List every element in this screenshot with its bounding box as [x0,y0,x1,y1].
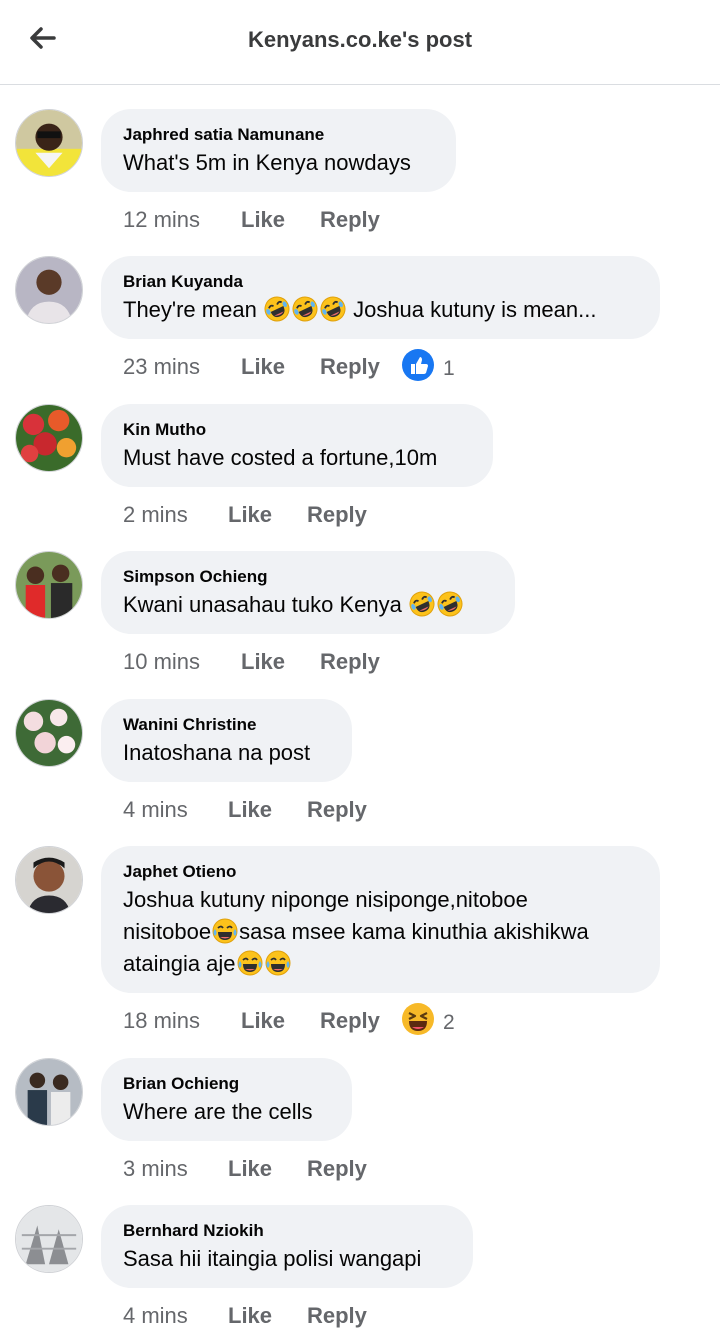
reaction-count: 1 [443,357,455,380]
avatar[interactable] [15,256,83,324]
comment-text-part: Kwani unasahau tuko Kenya [123,592,402,617]
avatar[interactable] [15,404,83,472]
like-button[interactable]: Like [228,1301,272,1331]
comment-time: 12 mins [123,207,201,232]
reply-button[interactable]: Reply [307,1154,367,1184]
comment-text: Sasa hii itaingia polisi wangapi [123,1246,422,1271]
comment-author[interactable]: Wanini Christine [123,715,329,735]
like-button[interactable]: Like [228,500,272,530]
top-bar: Kenyans.co.ke's post [0,0,720,85]
comment-author[interactable]: Simpson Ochieng [123,567,492,587]
reply-button[interactable]: Reply [320,352,380,382]
comment-text-part: nisitoboe [123,919,212,944]
comment-bubble: Bernhard Nziokih Sasa hii itaingia polis… [101,1205,473,1288]
like-button[interactable]: Like [241,647,285,677]
comment-text: Kwani unasahau tuko Kenya [123,589,492,621]
comment-time: 2 mins [123,502,188,527]
like-button[interactable]: Like [241,352,285,382]
tears-of-joy-emoji [212,918,238,944]
comment-text-line: ataingia aje [123,948,637,980]
comment-text-line: Joshua kutuny niponge nisiponge,nitoboe [123,887,528,912]
comment-text-part: They're mean [123,297,257,322]
like-reaction-icon [401,348,435,390]
like-button[interactable]: Like [241,205,285,235]
comment-text-part: sasa msee kama kinuthia akishikwa [239,919,589,944]
reaction-summary[interactable]: 2 [401,1002,455,1044]
avatar[interactable] [15,1058,83,1126]
avatar[interactable] [15,846,83,914]
comment-text-part: ataingia aje [123,951,236,976]
reaction-summary[interactable]: 1 [401,348,455,390]
comment-author[interactable]: Japhred satia Namunane [123,125,433,145]
comment-time: 4 mins [123,1303,188,1328]
haha-reaction-icon [401,1002,435,1044]
comment-time: 23 mins [123,354,201,379]
comment-bubble: Wanini Christine Inatoshana na post [101,699,352,782]
comment-text: Must have costed a fortune,10m [123,445,438,470]
comment-author[interactable]: Kin Mutho [123,420,470,440]
like-button[interactable]: Like [241,1006,285,1036]
reply-button[interactable]: Reply [307,500,367,530]
comment-text: They're mean Joshua kutuny is mean... [123,294,637,326]
comment-time: 3 mins [123,1156,188,1181]
comment-author[interactable]: Brian Kuyanda [123,272,637,292]
comment-text: Joshua kutuny niponge nisiponge,nitoboe … [123,884,637,980]
comment-text-part: Joshua kutuny is mean... [353,297,597,322]
reply-button[interactable]: Reply [307,1301,367,1331]
reaction-count: 2 [443,1011,455,1034]
comment-text: Where are the cells [123,1099,313,1124]
like-button[interactable]: Like [228,795,272,825]
comment-author[interactable]: Bernhard Nziokih [123,1221,450,1241]
comment-bubble: Simpson Ochieng Kwani unasahau tuko Keny… [101,551,515,634]
rolling-laughing-emoji [437,591,463,617]
comment-bubble: Brian Kuyanda They're mean Joshua kutuny… [101,256,660,339]
avatar[interactable] [15,551,83,619]
avatar[interactable] [15,1205,83,1273]
comment-bubble: Japhet Otieno Joshua kutuny niponge nisi… [101,846,660,993]
comment-author[interactable]: Japhet Otieno [123,862,637,882]
tears-of-joy-emoji [236,950,263,976]
comment-author[interactable]: Brian Ochieng [123,1074,329,1094]
comment-time: 10 mins [123,649,201,674]
comment-text-line: nisitoboe sasa msee kama kinuthia akishik… [123,916,637,948]
avatar[interactable] [15,109,83,177]
rolling-laughing-emoji [409,591,435,617]
comment-bubble: Kin Mutho Must have costed a fortune,10m [101,404,493,487]
comment-time: 18 mins [123,1008,201,1033]
reply-button[interactable]: Reply [320,647,380,677]
reply-button[interactable]: Reply [320,1006,380,1036]
page-title: Kenyans.co.ke's post [247,27,473,52]
rolling-laughing-emoji [291,296,318,322]
rolling-laughing-emoji [263,296,290,322]
like-button[interactable]: Like [228,1154,272,1184]
reply-button[interactable]: Reply [307,795,367,825]
comment-text: What's 5m in Kenya nowdays [123,150,411,175]
rolling-laughing-emoji [319,296,346,322]
avatar[interactable] [15,699,83,767]
tears-of-joy-emoji [264,950,291,976]
comment-bubble: Brian Ochieng Where are the cells [101,1058,352,1141]
comment-bubble: Japhred satia Namunane What's 5m in Keny… [101,109,456,192]
comment-text: Inatoshana na post [123,740,311,765]
comment-time: 4 mins [123,797,188,822]
reply-button[interactable]: Reply [320,205,380,235]
